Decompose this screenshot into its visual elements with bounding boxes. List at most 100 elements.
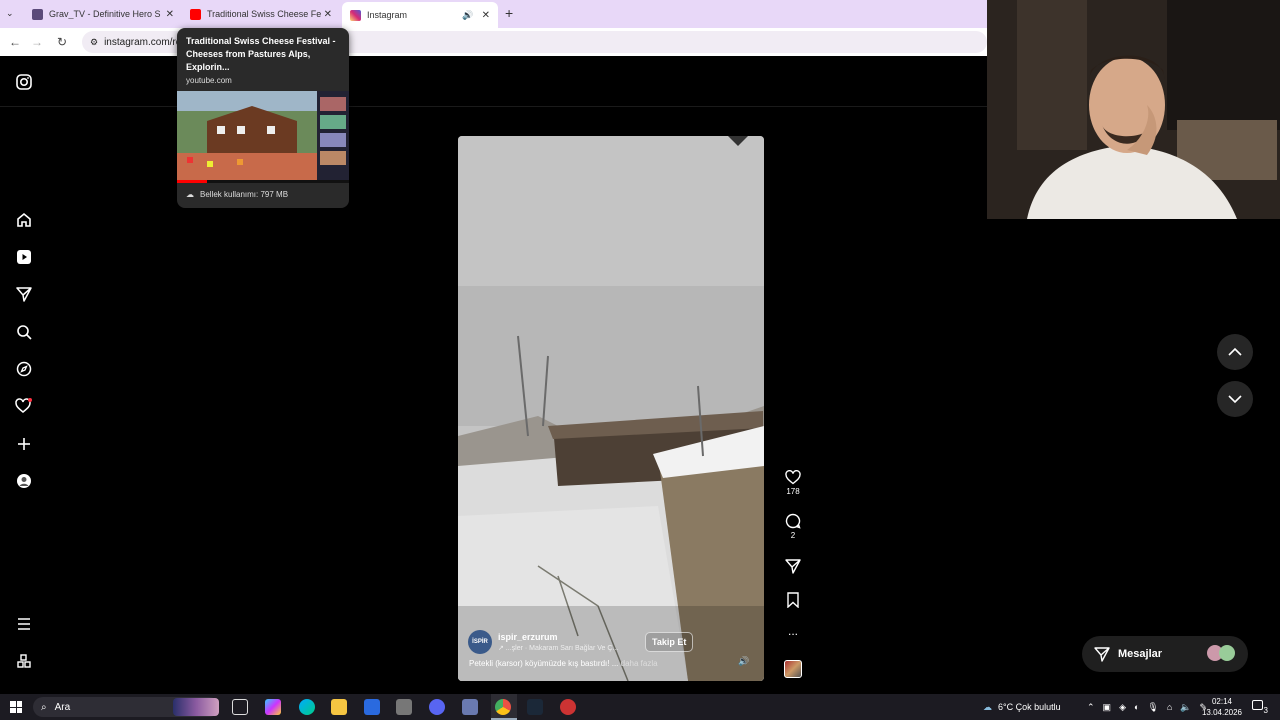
browser-window: ⌄ Grav_TV - Definitive Hero Sieg ✕ Tradi… — [0, 0, 1280, 694]
hover-card-domain: youtube.com — [186, 76, 232, 85]
microphone-icon[interactable]: 🎙 — [1147, 702, 1158, 713]
close-tab-icon[interactable]: ✕ — [324, 9, 332, 20]
like-button[interactable]: 178 — [780, 470, 806, 496]
hover-card-title: Traditional Swiss Cheese Festival - Chee… — [186, 36, 336, 72]
file-explorer-icon[interactable] — [331, 699, 347, 715]
comment-button[interactable]: 2 — [780, 513, 806, 540]
mail-icon[interactable] — [364, 699, 380, 715]
memory-text: Bellek kullanımı: 797 MB — [200, 190, 289, 199]
tab-label: Grav_TV - Definitive Hero Sieg — [49, 9, 161, 19]
tab-hover-card: Traditional Swiss Cheese Festival - Chee… — [177, 28, 349, 208]
weather-text: 6°C Çok bulutlu — [998, 702, 1061, 712]
menu-icon[interactable] — [14, 614, 34, 634]
close-tab-icon[interactable]: ✕ — [482, 10, 490, 21]
reload-icon[interactable]: ↻ — [50, 30, 74, 54]
clock-date: 13.04.2026 — [1201, 708, 1243, 717]
reel-author: İSPİR ispir_erzurum ↗ ...şler · Makaram … — [468, 630, 618, 654]
webcam-overlay — [987, 0, 1280, 219]
reel-caption: Petekli (karsor) köyümüzde kış bastırdı!… — [469, 659, 658, 668]
create-plus-icon[interactable] — [14, 434, 34, 454]
reel-video[interactable]: İSPİR ispir_erzurum ↗ ...şler · Makaram … — [458, 136, 764, 681]
tab-label: Traditional Swiss Cheese Festival — [207, 9, 321, 19]
search-icon[interactable] — [14, 322, 34, 342]
header-divider — [0, 106, 987, 107]
grav-favicon-icon — [32, 8, 43, 20]
speaker-icon[interactable]: 🔊 — [462, 10, 473, 21]
app-icon[interactable] — [396, 699, 412, 715]
left-nav — [0, 58, 48, 694]
tab-instagram[interactable]: Instagram 🔊 ✕ — [342, 2, 498, 28]
steam-icon[interactable] — [527, 699, 543, 715]
instagram-favicon-icon — [350, 9, 361, 21]
reel-video-frame — [458, 136, 764, 681]
task-view-icon[interactable] — [232, 699, 248, 715]
system-tray: ⌃ ▣ ◈ ◐ 🎙 ⌂ 🔈 ✎ — [1087, 694, 1207, 720]
share-icon[interactable] — [780, 558, 806, 576]
more-options-icon[interactable]: ... — [780, 624, 806, 638]
cloud-icon: ☁ — [186, 190, 194, 199]
notification-count: 3 — [1263, 706, 1268, 715]
follow-button[interactable]: Takip Et — [645, 632, 694, 652]
clock-time: 02:14 — [1211, 697, 1233, 706]
like-count: 178 — [786, 487, 800, 496]
caption-more-link[interactable]: daha fazla — [621, 659, 658, 668]
audio-track[interactable]: ↗ ...şler · Makaram Sarı Bağlar Ve Ç... — [498, 644, 618, 652]
start-windows-icon[interactable] — [10, 701, 22, 713]
weather-widget[interactable]: ☁ 6°C Çok bulutlu — [983, 694, 1061, 720]
home-icon[interactable] — [14, 210, 34, 230]
audio-thumbnail[interactable] — [780, 660, 806, 678]
profile-avatar-icon[interactable] — [14, 471, 34, 491]
messages-button[interactable]: Mesajlar — [1082, 636, 1248, 672]
tab-youtube[interactable]: Traditional Swiss Cheese Festival ✕ — [182, 3, 340, 25]
hover-card-thumbnail — [177, 91, 349, 183]
search-highlight-image — [173, 698, 219, 716]
app-icon[interactable] — [462, 699, 478, 715]
discord-icon[interactable] — [429, 699, 445, 715]
edge-icon[interactable] — [299, 699, 315, 715]
next-reel-button[interactable] — [1217, 381, 1253, 417]
more-apps-icon[interactable] — [14, 651, 34, 671]
tray-app-icon[interactable]: ◐ — [1134, 702, 1139, 712]
reels-icon[interactable] — [14, 247, 34, 267]
messages-label: Mesajlar — [1118, 648, 1163, 660]
cloud-icon: ☁ — [983, 701, 992, 712]
tab-search-icon[interactable]: ⌄ — [6, 8, 14, 19]
hover-card-memory: ☁ Bellek kullanımı: 797 MB — [177, 183, 349, 206]
author-username[interactable]: ispir_erzurum — [498, 632, 618, 642]
chrome-active-indicator — [491, 694, 517, 720]
tray-chevron-icon[interactable]: ⌃ — [1087, 702, 1095, 713]
notifications-heart-icon[interactable] — [14, 396, 34, 416]
tray-app-icon[interactable]: ▣ — [1103, 702, 1112, 713]
close-tab-icon[interactable]: ✕ — [166, 9, 174, 20]
copilot-icon[interactable] — [265, 699, 281, 715]
forward-icon[interactable]: → — [25, 30, 49, 54]
webcam-image — [987, 0, 1280, 219]
app-icon[interactable] — [560, 699, 576, 715]
taskbar-search-placeholder: Ara — [54, 701, 71, 713]
new-tab-button[interactable]: + — [505, 5, 513, 21]
notification-center[interactable]: 3 — [1252, 699, 1268, 715]
back-icon[interactable]: ← — [3, 30, 27, 54]
youtube-favicon-icon — [190, 8, 201, 20]
notification-icon — [1252, 700, 1263, 710]
network-icon[interactable]: ⌂ — [1167, 702, 1172, 712]
volume-icon[interactable]: 🔈 — [1180, 702, 1191, 713]
direct-icon[interactable] — [14, 284, 34, 304]
tab-label: Instagram — [367, 10, 408, 20]
windows-taskbar: ⌕ Ara ☁ 6°C Çok bulutlu ⌃ ▣ ◈ ◐ 🎙 ⌂ 🔈 ✎ … — [0, 694, 1280, 720]
author-avatar[interactable]: İSPİR — [468, 630, 492, 654]
instagram-logo-icon[interactable] — [14, 72, 34, 92]
mute-toggle-icon[interactable]: 🔊 — [738, 656, 749, 667]
site-info-icon[interactable]: ⚙ — [90, 37, 98, 48]
previous-reel-button[interactable] — [1217, 334, 1253, 370]
tab-grav[interactable]: Grav_TV - Definitive Hero Sieg ✕ — [24, 3, 182, 25]
save-bookmark-icon[interactable] — [780, 592, 806, 610]
contact-avatar — [1219, 645, 1235, 661]
taskbar-search[interactable]: ⌕ Ara — [33, 697, 219, 717]
comment-count: 2 — [790, 531, 796, 540]
url-text: instagram.com/re — [104, 36, 182, 48]
clock[interactable]: 02:14 13.04.2026 — [1200, 696, 1244, 718]
caption-text: Petekli (karsor) köyümüzde kış bastırdı!… — [469, 659, 619, 668]
tray-app-icon[interactable]: ◈ — [1119, 702, 1126, 713]
explore-icon[interactable] — [14, 359, 34, 379]
